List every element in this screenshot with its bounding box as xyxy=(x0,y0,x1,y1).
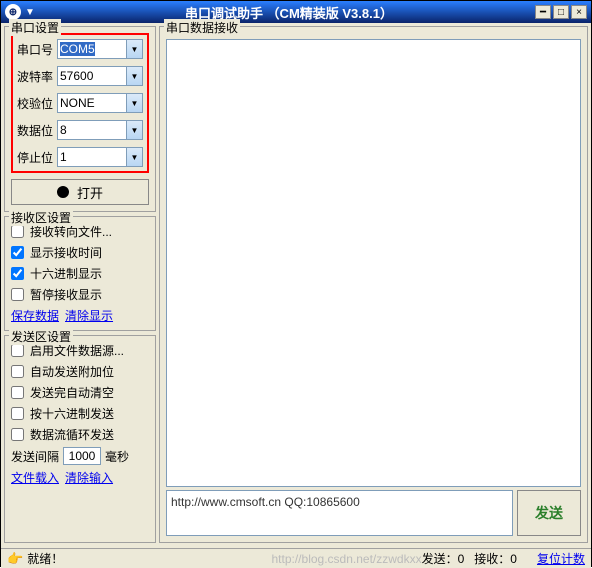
hex-send-label: 按十六进制发送 xyxy=(30,405,114,422)
save-data-link[interactable]: 保存数据 xyxy=(11,307,59,324)
window-title: 串口调试助手 （CM精装版 V3.8.1） xyxy=(43,3,535,22)
stopbits-label: 停止位 xyxy=(17,149,57,166)
minimize-button[interactable]: ━ xyxy=(535,5,551,19)
auto-clear-checkbox[interactable] xyxy=(11,386,24,399)
parity-value: NONE xyxy=(60,96,95,110)
stopbits-value: 1 xyxy=(60,150,67,164)
interval-label: 发送间隔 xyxy=(11,448,59,465)
recv-count-label: 接收： xyxy=(474,552,510,566)
hex-show-label: 十六进制显示 xyxy=(30,265,102,282)
status-text: 就绪！ xyxy=(27,550,271,567)
pause-label: 暂停接收显示 xyxy=(30,286,102,303)
chevron-down-icon[interactable]: ▼ xyxy=(126,121,142,139)
interval-unit: 毫秒 xyxy=(105,448,129,465)
port-label: 串口号 xyxy=(17,41,57,58)
interval-input[interactable] xyxy=(63,447,101,465)
show-time-checkbox[interactable] xyxy=(11,246,24,259)
port-combo[interactable]: COM5 ▼ xyxy=(57,39,143,59)
clear-input-link[interactable]: 清除输入 xyxy=(65,469,113,486)
title-dropdown-icon[interactable]: ▼ xyxy=(25,7,35,18)
receive-textarea[interactable] xyxy=(166,39,581,487)
titlebar[interactable]: ⊕ ▼ 串口调试助手 （CM精装版 V3.8.1） ━ □ × xyxy=(1,1,591,23)
circle-icon xyxy=(57,186,69,198)
recv-to-file-checkbox[interactable] xyxy=(11,225,24,238)
databits-combo[interactable]: 8 ▼ xyxy=(57,120,143,140)
chevron-down-icon[interactable]: ▼ xyxy=(126,148,142,166)
hex-send-checkbox[interactable] xyxy=(11,407,24,420)
auto-clear-label: 发送完自动清空 xyxy=(30,384,114,401)
left-panel: 串口设置 串口号 COM5 ▼ 波特率 57600 ▼ xyxy=(4,26,156,545)
baud-value: 57600 xyxy=(60,69,93,83)
send-button[interactable]: 发送 xyxy=(517,490,581,536)
baud-label: 波特率 xyxy=(17,68,57,85)
app-icon: ⊕ xyxy=(5,4,21,20)
cycle-send-checkbox[interactable] xyxy=(11,428,24,441)
clear-display-link[interactable]: 清除显示 xyxy=(65,307,113,324)
databits-label: 数据位 xyxy=(17,122,57,139)
serial-settings-title: 串口设置 xyxy=(9,19,61,36)
show-time-label: 显示接收时间 xyxy=(30,244,102,261)
reset-count-link[interactable]: 复位计数 xyxy=(537,550,585,567)
auto-append-label: 自动发送附加位 xyxy=(30,363,114,380)
stopbits-combo[interactable]: 1 ▼ xyxy=(57,147,143,167)
cycle-send-label: 数据流循环发送 xyxy=(30,426,114,443)
databits-value: 8 xyxy=(60,123,67,137)
recv-count: 0 xyxy=(510,552,517,566)
port-value: COM5 xyxy=(60,42,95,56)
file-source-checkbox[interactable] xyxy=(11,344,24,357)
recv-area-title: 串口数据接收 xyxy=(164,19,240,36)
pause-checkbox[interactable] xyxy=(11,288,24,301)
file-load-link[interactable]: 文件载入 xyxy=(11,469,59,486)
statusbar: 👉 就绪！ http://blog.csdn.net/zzwdkxx 发送：0 … xyxy=(1,548,591,568)
recv-settings-group: 接收区设置 接收转向文件... 显示接收时间 十六进制显示 暂停接收显示 保存数… xyxy=(4,216,156,331)
close-button[interactable]: × xyxy=(571,5,587,19)
open-button[interactable]: 打开 xyxy=(11,179,149,205)
send-textarea[interactable]: http://www.cmsoft.cn QQ:10865600 xyxy=(166,490,513,536)
status-icon: 👉 xyxy=(7,551,23,567)
serial-settings-group: 串口设置 串口号 COM5 ▼ 波特率 57600 ▼ xyxy=(4,26,156,212)
open-button-label: 打开 xyxy=(77,183,103,202)
parity-label: 校验位 xyxy=(17,95,57,112)
parity-combo[interactable]: NONE ▼ xyxy=(57,93,143,113)
chevron-down-icon[interactable]: ▼ xyxy=(126,40,142,58)
chevron-down-icon[interactable]: ▼ xyxy=(126,67,142,85)
chevron-down-icon[interactable]: ▼ xyxy=(126,94,142,112)
maximize-button[interactable]: □ xyxy=(553,5,569,19)
recv-settings-title: 接收区设置 xyxy=(9,209,73,226)
send-settings-title: 发送区设置 xyxy=(9,328,73,345)
watermark: http://blog.csdn.net/zzwdkxx xyxy=(272,552,422,566)
main-window: ⊕ ▼ 串口调试助手 （CM精装版 V3.8.1） ━ □ × 串口设置 串口号… xyxy=(0,0,592,567)
recv-area-group: 串口数据接收 http://www.cmsoft.cn QQ:10865600 … xyxy=(159,26,588,543)
baud-combo[interactable]: 57600 ▼ xyxy=(57,66,143,86)
send-settings-group: 发送区设置 启用文件数据源... 自动发送附加位 发送完自动清空 按十六进制发送… xyxy=(4,335,156,543)
send-count: 0 xyxy=(458,552,465,566)
send-count-label: 发送： xyxy=(422,552,458,566)
right-panel: 串口数据接收 http://www.cmsoft.cn QQ:10865600 … xyxy=(159,26,588,545)
auto-append-checkbox[interactable] xyxy=(11,365,24,378)
highlight-box: 串口号 COM5 ▼ 波特率 57600 ▼ 校 xyxy=(11,33,149,173)
hex-show-checkbox[interactable] xyxy=(11,267,24,280)
